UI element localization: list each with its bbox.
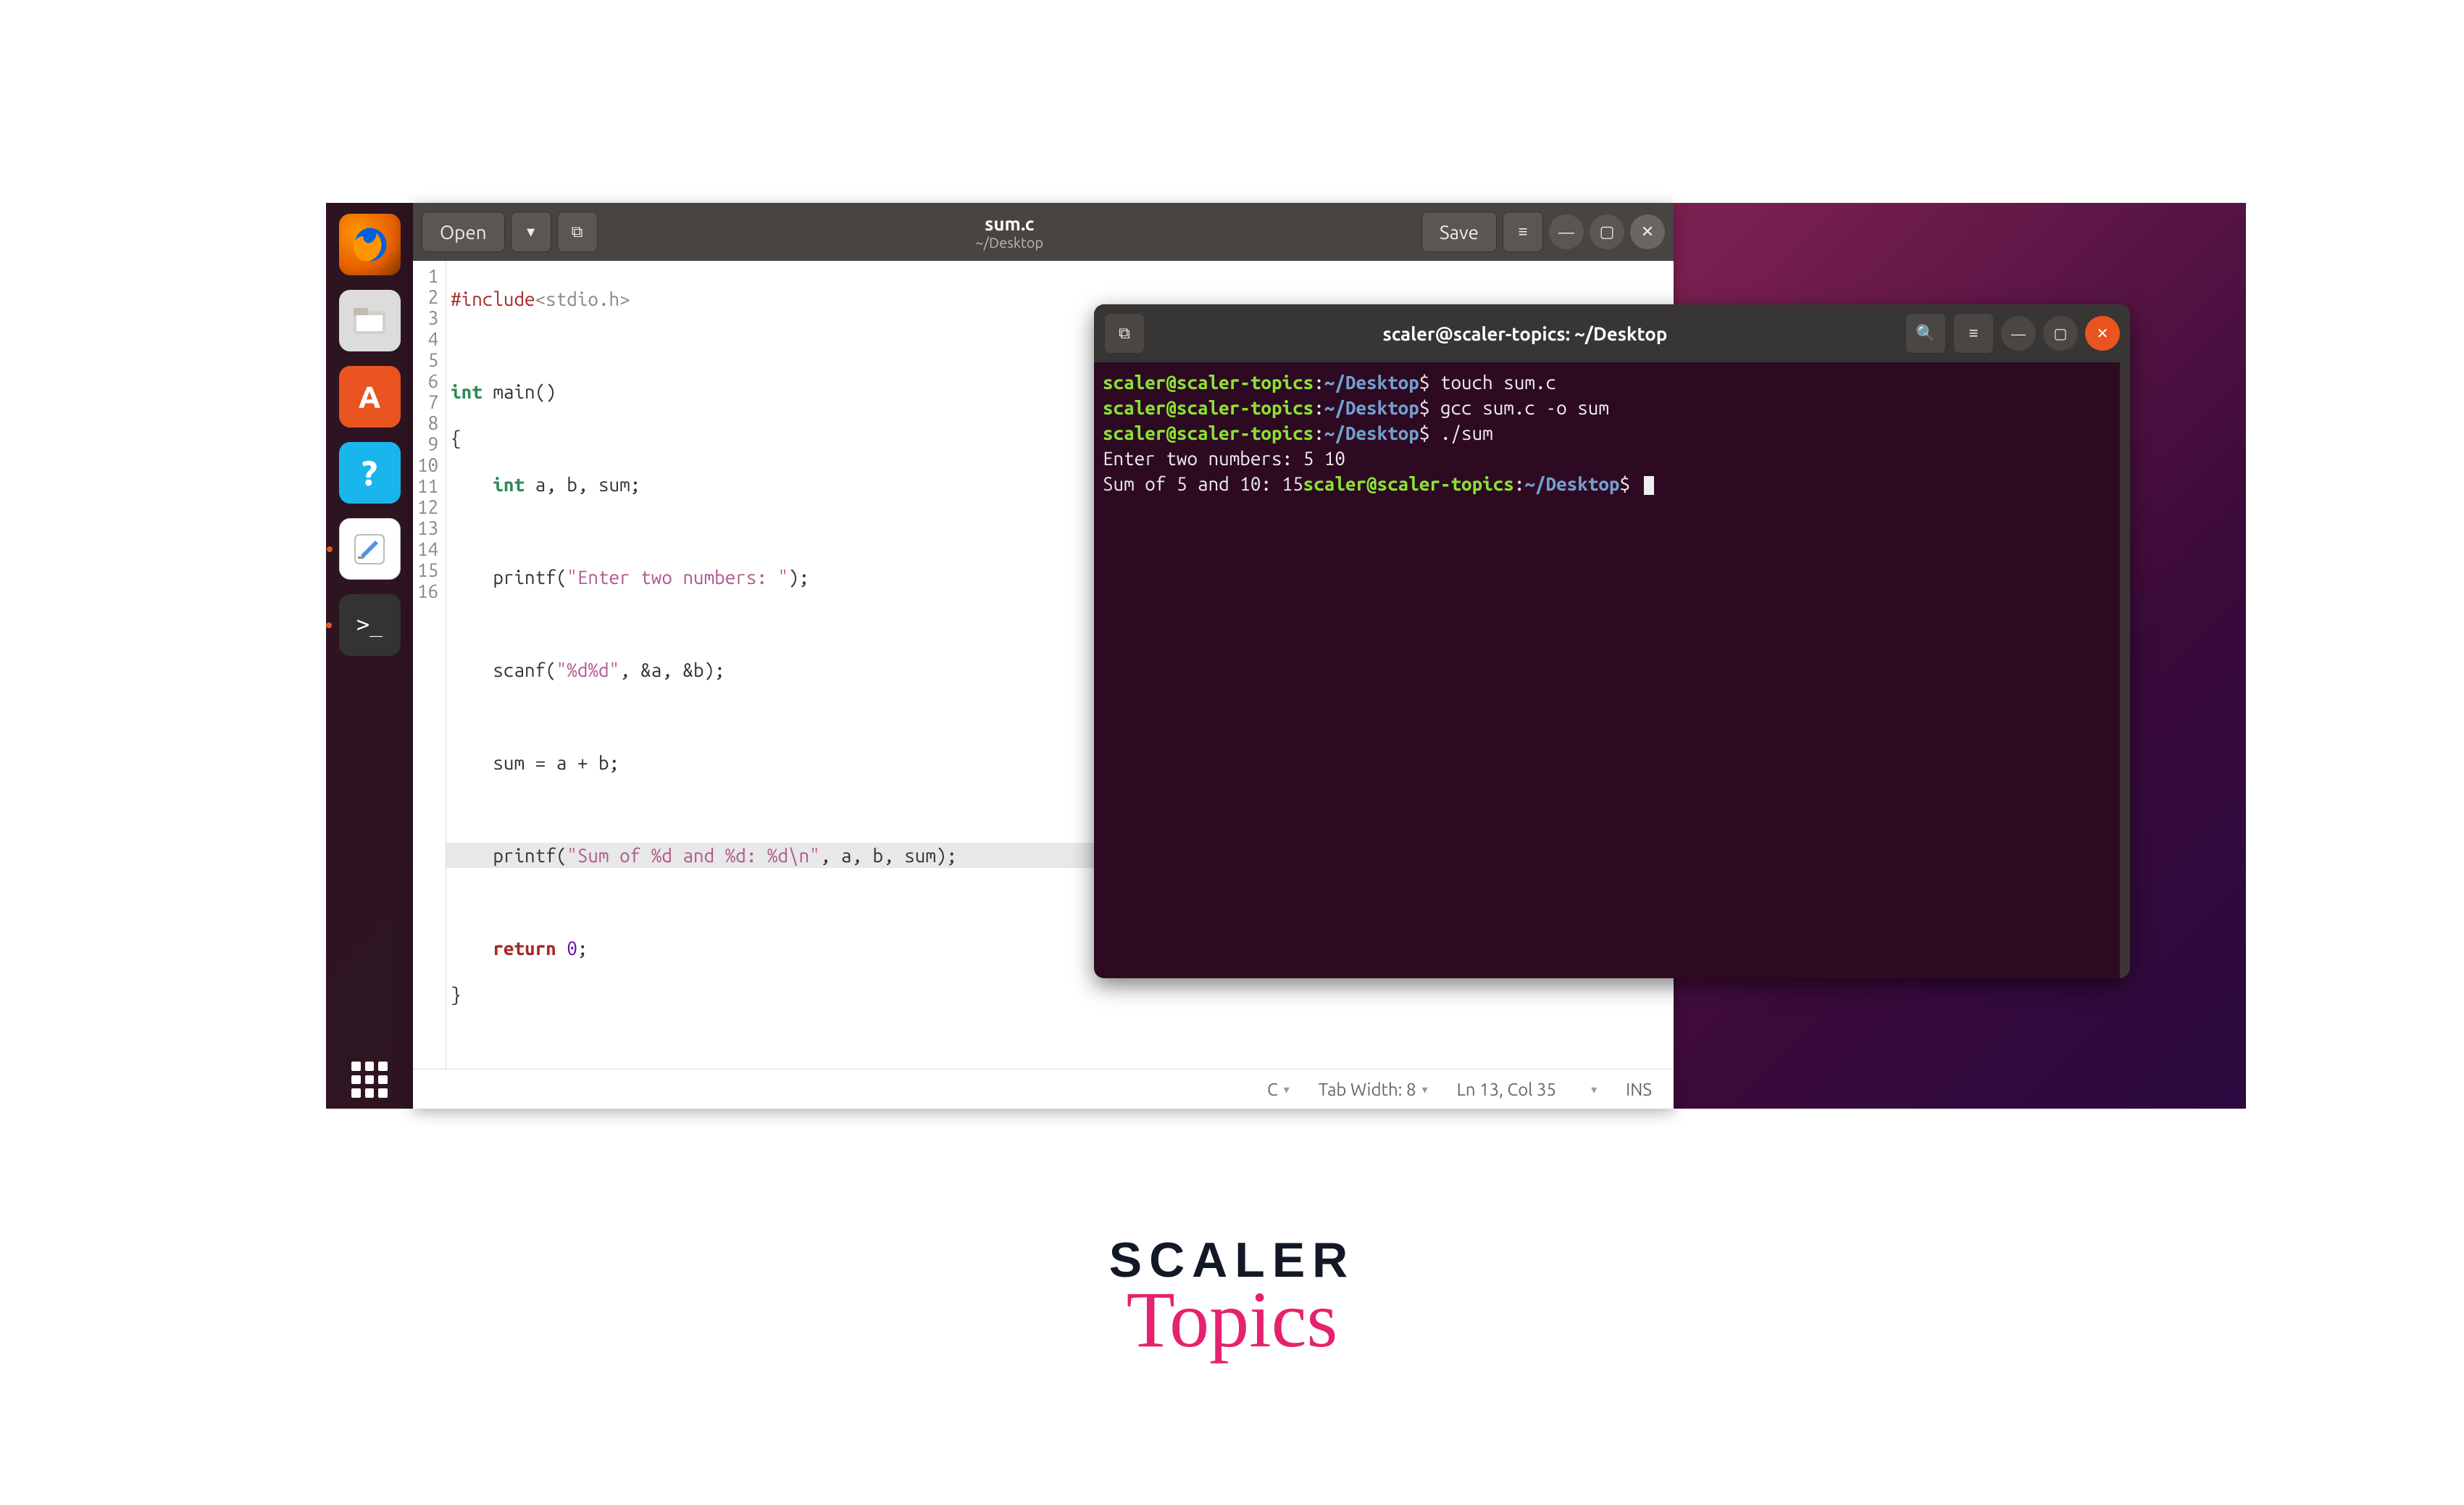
dock-software-icon[interactable]: A [339, 366, 401, 428]
save-button[interactable]: Save [1421, 212, 1497, 252]
insert-mode[interactable]: INS [1626, 1080, 1652, 1099]
minimize-button[interactable]: — [2001, 316, 2036, 351]
maximize-button[interactable]: ▢ [1590, 214, 1624, 249]
dock-terminal-icon[interactable]: >_ [339, 594, 401, 656]
terminal-output-line: Sum of 5 and 10: 15 [1103, 473, 1303, 494]
close-button[interactable]: ✕ [2085, 316, 2120, 351]
dock: A ? >_ [326, 203, 413, 1109]
open-button[interactable]: Open [422, 212, 505, 252]
cursor-position[interactable]: Ln 13, Col 35▾ [1457, 1080, 1598, 1099]
language-selector[interactable]: C▾ [1267, 1080, 1290, 1099]
hamburger-menu-button[interactable]: ≡ [1953, 313, 1994, 354]
minimize-button[interactable]: — [1549, 214, 1584, 249]
dock-firefox-icon[interactable] [339, 214, 401, 275]
dock-files-icon[interactable] [339, 290, 401, 351]
status-bar: C▾ Tab Width: 8▾ Ln 13, Col 35▾ INS [413, 1069, 1674, 1109]
hamburger-menu-button[interactable]: ≡ [1503, 212, 1543, 252]
line-gutter: 1 2 3 4 5 6 7 8 9 10 11 12 13 14 15 16 [413, 261, 446, 1069]
dock-apps-grid-icon[interactable] [351, 1062, 388, 1098]
dock-gedit-icon[interactable] [339, 518, 401, 580]
terminal-title: scaler@scaler-topics: ~/Desktop [1152, 323, 1898, 344]
terminal-output-line: Enter two numbers: 5 10 [1103, 446, 2111, 471]
terminal-headerbar: ⧉ scaler@scaler-topics: ~/Desktop 🔍 ≡ — … [1094, 304, 2130, 362]
open-recent-dropdown[interactable]: ▾ [511, 212, 551, 252]
close-button[interactable]: ✕ [1630, 214, 1665, 249]
window-subtitle: ~/Desktop [604, 234, 1416, 251]
new-tab-button[interactable]: ⧉ [1104, 313, 1145, 354]
terminal-window: ⧉ scaler@scaler-topics: ~/Desktop 🔍 ≡ — … [1094, 304, 2130, 978]
cursor-icon [1644, 476, 1654, 495]
gedit-headerbar: Open ▾ ⧉ sum.c ~/Desktop Save ≡ — ▢ ✕ [413, 203, 1674, 261]
ubuntu-desktop: A ? >_ Open ▾ ⧉ sum.c ~/Desktop Save ≡ —… [326, 203, 2246, 1109]
tab-width-selector[interactable]: Tab Width: 8▾ [1319, 1080, 1428, 1099]
terminal-content[interactable]: scaler@scaler-topics:~/Desktop$ touch su… [1094, 362, 2130, 978]
logo-line-2: Topics [1109, 1274, 1356, 1366]
new-tab-button[interactable]: ⧉ [557, 212, 598, 252]
window-title: sum.c [604, 213, 1416, 234]
maximize-button[interactable]: ▢ [2043, 316, 2078, 351]
search-button[interactable]: 🔍 [1905, 313, 1946, 354]
scaler-topics-logo: SCALER Topics [1109, 1232, 1356, 1366]
dock-help-icon[interactable]: ? [339, 442, 401, 504]
